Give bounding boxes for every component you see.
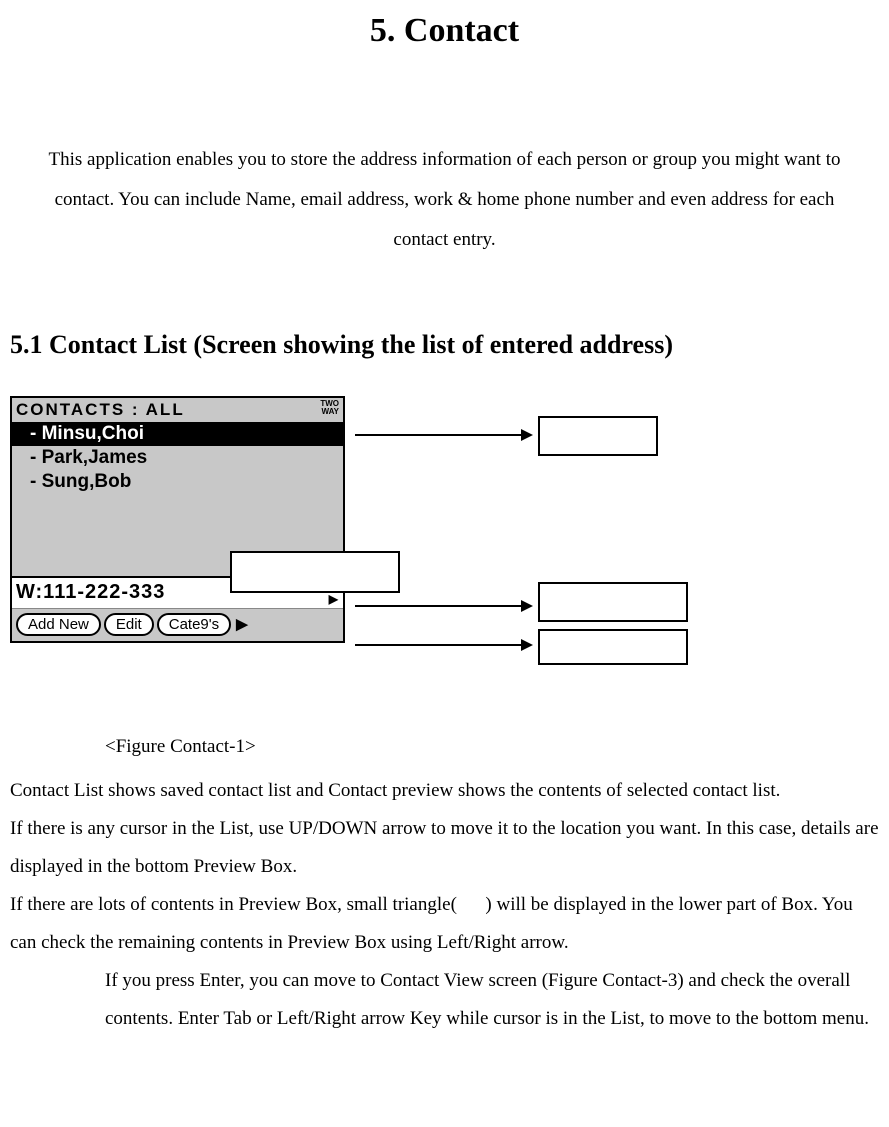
device-screen: CONTACTS : ALL TWOWAY - Minsu,Choi - Par… — [10, 396, 345, 643]
callout-box-preview — [538, 582, 688, 622]
edit-button[interactable]: Edit — [104, 613, 154, 636]
preview-text: W:111-222-333 — [16, 581, 165, 604]
contact-list-item[interactable]: - Sung,Bob — [12, 470, 343, 494]
figure-caption: <Figure Contact-1> — [105, 736, 879, 758]
device-header-title: CONTACTS : ALL — [16, 400, 185, 420]
body-paragraph-indent: If you press Enter, you can move to Cont… — [105, 962, 879, 1038]
device-header: CONTACTS : ALL TWOWAY — [12, 398, 343, 422]
callout-arrow — [355, 644, 523, 646]
callout-label-box — [230, 551, 400, 593]
body-paragraph: If there is any cursor in the List, use … — [10, 810, 879, 886]
callout-box-menu — [538, 629, 688, 665]
arrow-head-icon — [521, 600, 533, 612]
body-paragraph: If there are lots of contents in Preview… — [10, 886, 879, 962]
body-text: Contact List shows saved contact list an… — [10, 772, 879, 1038]
contact-list-item[interactable]: - Park,James — [12, 446, 343, 470]
bottom-menu: Add New Edit Cate9's ▶ — [12, 608, 343, 641]
callout-box-contact-list — [538, 416, 658, 456]
contact-list-item-selected[interactable]: - Minsu,Choi — [12, 422, 343, 446]
arrow-head-icon — [521, 429, 533, 441]
two-way-indicator-icon: TWOWAY — [320, 400, 339, 416]
callout-arrow — [355, 605, 523, 607]
add-new-button[interactable]: Add New — [16, 613, 101, 636]
section-heading: 5.1 Contact List (Screen showing the lis… — [10, 330, 879, 360]
figure-area: CONTACTS : ALL TWOWAY - Minsu,Choi - Par… — [10, 396, 879, 676]
triangle-icon: ▶ — [329, 592, 339, 608]
menu-more-icon: ▶ — [234, 615, 248, 633]
callout-arrow — [355, 434, 523, 436]
categories-button[interactable]: Cate9's — [157, 613, 231, 636]
arrow-head-icon — [521, 639, 533, 651]
page-title: 5. Contact — [10, 12, 879, 50]
body-paragraph: Contact List shows saved contact list an… — [10, 772, 879, 810]
intro-paragraph: This application enables you to store th… — [28, 140, 861, 260]
